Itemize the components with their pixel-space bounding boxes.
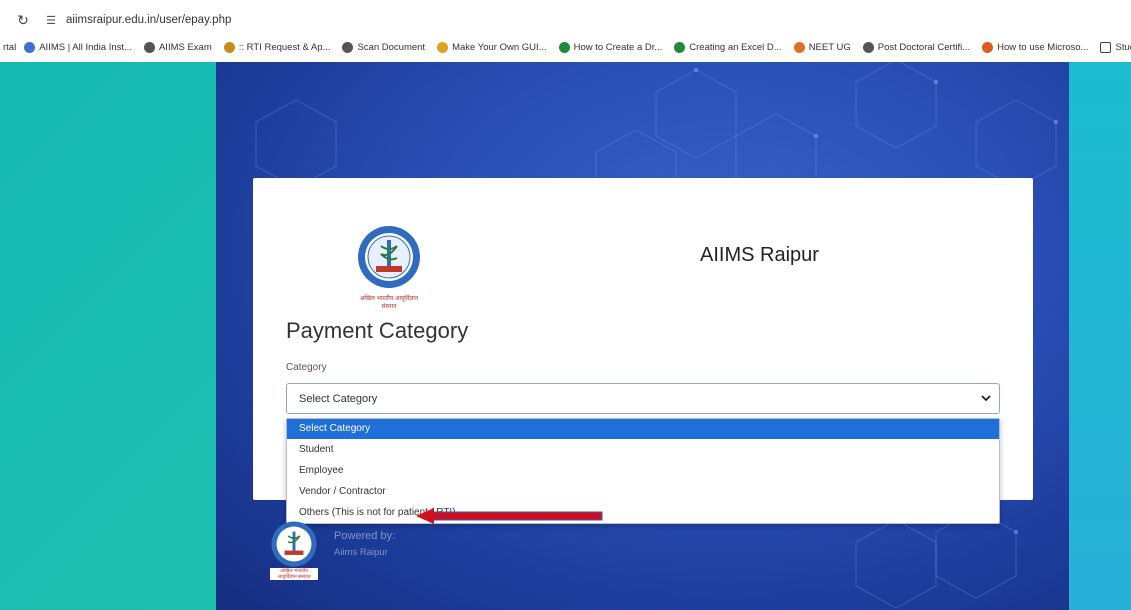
bookmark-label: :: RTI Request & Ap...	[238, 41, 331, 53]
option-student[interactable]: Student	[287, 440, 999, 460]
powered-by-label: Powered by:	[334, 530, 396, 542]
cropped-heading: ​	[0, 0, 1131, 8]
bookmark-label: How to Create a Dr...	[573, 41, 663, 53]
category-dropdown: Select Category Student Employee Vendor …	[286, 418, 1000, 524]
bookmark-favicon-icon	[862, 41, 874, 53]
bookmark-label: NEET UG	[808, 41, 851, 53]
bookmark-label: rtal	[3, 41, 17, 53]
bookmark-item[interactable]: AIIMS Exam	[143, 41, 212, 53]
option-select-category[interactable]: Select Category	[287, 419, 999, 439]
bookmark-label: How to use Microso...	[997, 41, 1089, 53]
reload-icon[interactable]: ↻	[14, 12, 32, 29]
chevron-down-icon	[981, 395, 991, 402]
bookmark-label: AIIMS | All India Inst...	[39, 41, 132, 53]
bookmark-favicon-icon	[143, 41, 155, 53]
option-vendor-contractor[interactable]: Vendor / Contractor	[287, 482, 999, 502]
bookmark-item[interactable]: Make Your Own GUI...	[437, 41, 547, 53]
bookmark-item[interactable]: NEET UG	[793, 41, 851, 53]
bookmark-favicon-icon	[793, 41, 805, 53]
bookmark-favicon-icon	[674, 41, 686, 53]
category-select-value: Select Category	[299, 393, 378, 405]
bookmark-favicon-icon	[982, 41, 994, 53]
org-title: AIIMS Raipur	[700, 244, 819, 266]
option-employee[interactable]: Employee	[287, 461, 999, 481]
bookmark-item[interactable]: rtal	[3, 42, 16, 53]
bookmark-favicon-icon	[1100, 41, 1112, 53]
bookmark-item[interactable]: Student Informatio...	[1100, 41, 1131, 53]
site-info-icon[interactable]: ☰	[42, 14, 60, 27]
bookmark-favicon-icon	[437, 41, 449, 53]
logo-caption: अखिल भारतीय आयुर्विज्ञान संस्थान	[359, 296, 419, 310]
category-label: Category	[286, 362, 327, 373]
bookmark-item[interactable]: How to use Microso...	[982, 41, 1089, 53]
bookmark-item[interactable]: Creating an Excel D...	[674, 41, 782, 53]
right-edge-panel	[1069, 62, 1131, 610]
annotation-arrow-icon	[416, 508, 603, 524]
bookmark-favicon-icon	[342, 41, 354, 53]
bookmark-favicon-icon	[558, 41, 570, 53]
page-title: Payment Category	[286, 318, 469, 343]
bookmark-label: Post Doctoral Certifi...	[877, 41, 971, 53]
bookmark-item[interactable]: :: RTI Request & Ap...	[223, 41, 331, 53]
powered-by-org: Aiims Raipur	[334, 547, 388, 558]
bookmarks-bar: rtal AIIMS | All India Inst... AIIMS Exam:…	[0, 36, 1131, 58]
bookmark-label: Scan Document	[357, 41, 426, 53]
bookmark-item[interactable]: How to Create a Dr...	[558, 41, 663, 53]
bookmark-label: Make Your Own GUI...	[452, 41, 547, 53]
url-text[interactable]: aiimsraipur.edu.in/user/epay.php	[66, 14, 231, 26]
bookmark-item[interactable]: Scan Document	[342, 41, 426, 53]
powered-by-logo-icon	[271, 521, 317, 567]
powered-logo-caption: अखिल भारतीय आयुर्विज्ञान संस्थान	[270, 568, 318, 580]
category-select[interactable]: Select Category	[286, 383, 1000, 414]
option-others[interactable]: Others (This is not for patient / RTI)	[287, 503, 999, 523]
address-bar: ↻ ☰ aiimsraipur.edu.in/user/epay.php	[0, 8, 1131, 32]
bookmark-favicon-icon	[24, 41, 36, 53]
aiims-logo-icon	[358, 226, 420, 288]
bookmark-label: AIIMS Exam	[158, 41, 212, 53]
bookmark-item[interactable]: Post Doctoral Certifi...	[862, 41, 971, 53]
bookmark-label: Student Informatio...	[1115, 41, 1131, 53]
bookmark-item[interactable]: AIIMS | All India Inst...	[24, 41, 132, 53]
bookmark-favicon-icon	[223, 41, 235, 53]
bookmark-label: Creating an Excel D...	[689, 41, 782, 53]
